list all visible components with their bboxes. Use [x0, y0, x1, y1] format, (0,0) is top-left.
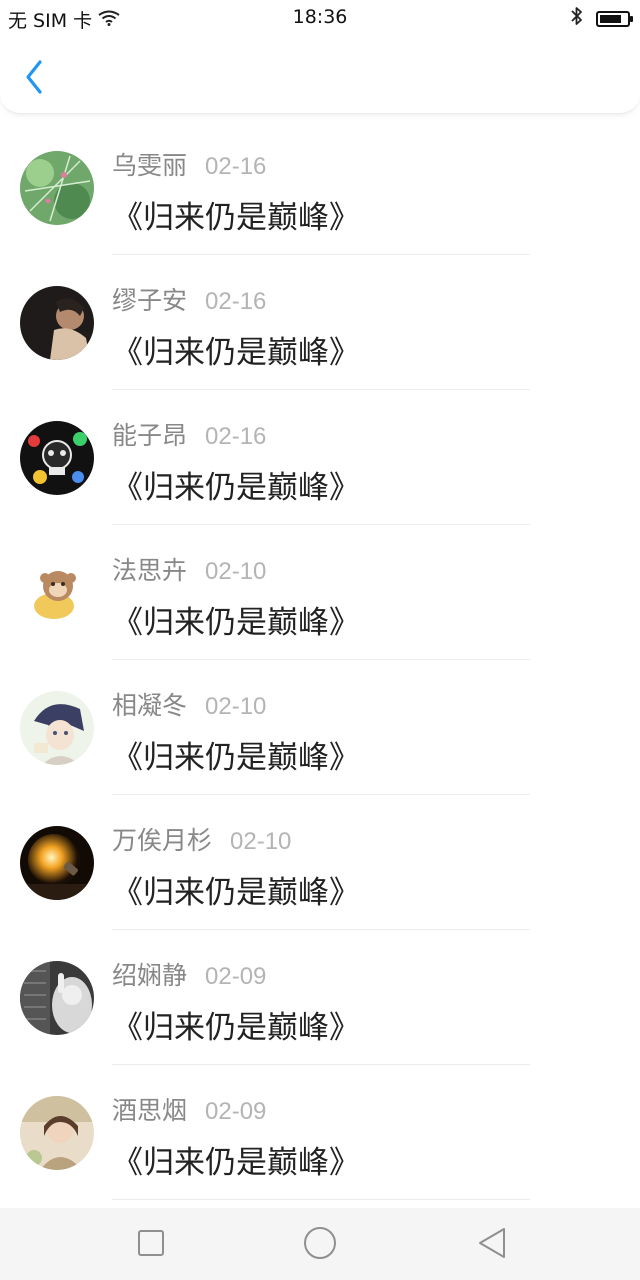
bluetooth-icon	[570, 6, 584, 31]
header-bar	[0, 36, 640, 114]
post-date: 02-09	[205, 963, 267, 990]
list-item[interactable]: 缪子安 02-16 《归来仍是巅峰》	[0, 255, 640, 390]
status-time: 18:36	[292, 6, 348, 28]
home-circle-icon	[304, 1227, 336, 1259]
post-date: 02-10	[205, 558, 267, 585]
user-name[interactable]: 能子昂	[112, 416, 187, 452]
list-item[interactable]: 万俟月杉 02-10 《归来仍是巅峰》	[0, 795, 640, 930]
system-nav-bar	[0, 1208, 640, 1280]
battery-icon	[596, 10, 633, 27]
book-title: 《归来仍是巅峰》	[112, 335, 360, 371]
post-date: 02-16	[205, 423, 267, 450]
name-line: 绍娴静 02-09	[112, 956, 266, 992]
comment-list: 乌雯丽 02-16 《归来仍是巅峰》 缪子安 02-16 《归来仍是巅峰》 能子…	[0, 120, 640, 1200]
post-date: 02-09	[205, 1098, 267, 1125]
book-title: 《归来仍是巅峰》	[112, 200, 360, 236]
screen: 无 SIM 卡 18:36 乌雯丽 02-16 《归来仍是巅峰》 缪子安 02-…	[0, 0, 640, 1280]
list-item[interactable]: 酒思烟 02-09 《归来仍是巅峰》	[0, 1065, 640, 1200]
avatar[interactable]	[20, 151, 94, 225]
name-line: 能子昂 02-16	[112, 416, 266, 452]
user-name[interactable]: 相凝冬	[112, 686, 187, 722]
post-date: 02-10	[230, 828, 292, 855]
status-bar: 无 SIM 卡 18:36	[0, 0, 640, 36]
post-date: 02-10	[205, 693, 267, 720]
post-date: 02-16	[205, 153, 267, 180]
avatar[interactable]	[20, 556, 94, 630]
book-title: 《归来仍是巅峰》	[112, 1145, 360, 1181]
avatar[interactable]	[20, 691, 94, 765]
back-triangle-icon	[479, 1228, 505, 1258]
name-line: 缪子安 02-16	[112, 281, 266, 317]
user-name[interactable]: 缪子安	[112, 281, 187, 317]
book-title: 《归来仍是巅峰》	[112, 1010, 360, 1046]
user-name[interactable]: 酒思烟	[112, 1091, 187, 1127]
list-item[interactable]: 绍娴静 02-09 《归来仍是巅峰》	[0, 930, 640, 1065]
user-name[interactable]: 万俟月杉	[112, 821, 212, 857]
avatar[interactable]	[20, 286, 94, 360]
post-date: 02-16	[205, 288, 267, 315]
nav-back-button[interactable]	[472, 1226, 512, 1262]
list-item[interactable]: 法思卉 02-10 《归来仍是巅峰》	[0, 525, 640, 660]
status-right	[570, 6, 633, 31]
name-line: 乌雯丽 02-16	[112, 146, 266, 182]
recents-button[interactable]	[131, 1226, 171, 1262]
avatar[interactable]	[20, 421, 94, 495]
user-name[interactable]: 绍娴静	[112, 956, 187, 992]
name-line: 法思卉 02-10	[112, 551, 266, 587]
avatar[interactable]	[20, 1096, 94, 1170]
name-line: 相凝冬 02-10	[112, 686, 266, 722]
list-item[interactable]: 能子昂 02-16 《归来仍是巅峰》	[0, 390, 640, 525]
list-item[interactable]: 乌雯丽 02-16 《归来仍是巅峰》	[0, 120, 640, 255]
book-title: 《归来仍是巅峰》	[112, 470, 360, 506]
recents-square-icon	[138, 1230, 164, 1256]
book-title: 《归来仍是巅峰》	[112, 605, 360, 641]
name-line: 万俟月杉 02-10	[112, 821, 291, 857]
home-button[interactable]	[300, 1226, 340, 1262]
chevron-left-icon	[26, 60, 42, 94]
list-item[interactable]: 相凝冬 02-10 《归来仍是巅峰》	[0, 660, 640, 795]
avatar[interactable]	[20, 961, 94, 1035]
name-line: 酒思烟 02-09	[112, 1091, 266, 1127]
avatar[interactable]	[20, 826, 94, 900]
back-button[interactable]	[18, 56, 54, 96]
user-name[interactable]: 乌雯丽	[112, 146, 187, 182]
battery-level	[600, 14, 621, 23]
book-title: 《归来仍是巅峰》	[112, 740, 360, 776]
user-name[interactable]: 法思卉	[112, 551, 187, 587]
divider	[112, 1199, 530, 1200]
book-title: 《归来仍是巅峰》	[112, 875, 360, 911]
